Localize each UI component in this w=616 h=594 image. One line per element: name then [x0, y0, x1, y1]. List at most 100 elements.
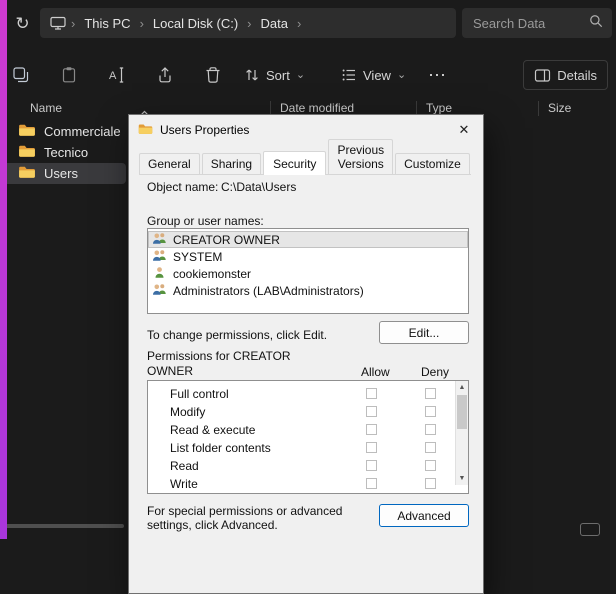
tab-sharing[interactable]: Sharing	[202, 153, 261, 174]
breadcrumb-local-disk[interactable]: Local Disk (C:)	[147, 14, 244, 33]
deny-checkbox[interactable]	[425, 478, 436, 489]
more-button[interactable]: ⋯	[424, 60, 450, 90]
permission-name: Modify	[170, 405, 205, 419]
scroll-down-icon[interactable]: ▼	[456, 472, 468, 485]
folder-icon	[138, 123, 153, 138]
deny-checkbox[interactable]	[425, 406, 436, 417]
dialog-tabs: General Sharing Security Previous Versio…	[139, 152, 471, 175]
permission-row: Read	[148, 457, 468, 475]
details-label: Details	[557, 68, 597, 83]
sort-button[interactable]: Sort ⌄	[240, 60, 309, 90]
principal-name: Administrators (LAB\Administrators)	[173, 284, 364, 298]
permission-row: Full control	[148, 385, 468, 403]
delete-button[interactable]	[200, 60, 226, 90]
permissions-for-label: Permissions for CREATOR OWNER	[147, 349, 322, 379]
search-input[interactable]	[471, 15, 589, 32]
rename-button[interactable]: A	[104, 60, 130, 90]
share-button[interactable]	[152, 60, 178, 90]
column-header-date-modified[interactable]: Date modified	[280, 101, 354, 115]
breadcrumb-chevron[interactable]: ›	[68, 16, 78, 31]
permission-row: List folder contents	[148, 439, 468, 457]
folder-icon	[18, 144, 36, 161]
statusbar-icon[interactable]	[580, 523, 600, 536]
copy-button[interactable]	[8, 60, 34, 90]
folder-icon	[18, 123, 36, 140]
breadcrumb-chevron[interactable]: ›	[244, 16, 254, 31]
address-bar: › This PC › Local Disk (C:) › Data ›	[40, 8, 456, 38]
deny-checkbox[interactable]	[425, 388, 436, 399]
user-icon	[152, 266, 167, 281]
column-header-type[interactable]: Type	[426, 101, 452, 115]
group-icon	[152, 283, 167, 298]
permission-row: Modify	[148, 403, 468, 421]
allow-checkbox[interactable]	[366, 424, 377, 435]
group-icon	[152, 249, 167, 264]
chevron-down-icon: ⌄	[397, 70, 406, 80]
copy-icon	[12, 66, 30, 84]
principal-item[interactable]: cookiemonster	[148, 265, 468, 282]
permission-name: Read	[170, 459, 199, 473]
share-icon	[156, 66, 174, 84]
allow-checkbox[interactable]	[366, 406, 377, 417]
principal-item[interactable]: CREATOR OWNER	[148, 231, 468, 248]
file-row-commerciale[interactable]: Commerciale	[2, 121, 126, 142]
group-icon	[152, 232, 167, 247]
file-name: Users	[44, 166, 78, 181]
object-name-value: C:\Data\Users	[221, 180, 296, 194]
details-button[interactable]: Details	[523, 60, 608, 90]
scroll-up-icon[interactable]: ▲	[456, 381, 468, 394]
paste-button[interactable]	[56, 60, 82, 90]
view-label: View	[363, 68, 391, 83]
permission-row: Read & execute	[148, 421, 468, 439]
allow-column-header: Allow	[361, 365, 390, 379]
search-icon	[589, 14, 603, 33]
allow-checkbox[interactable]	[366, 460, 377, 471]
principal-item[interactable]: SYSTEM	[148, 248, 468, 265]
breadcrumb-chevron[interactable]: ›	[294, 16, 304, 31]
edit-button[interactable]: Edit...	[379, 321, 469, 344]
column-header-name[interactable]: Name	[30, 101, 62, 115]
dialog-title: Users Properties	[160, 123, 249, 137]
folder-icon	[18, 165, 36, 182]
rename-icon: A	[108, 66, 126, 84]
deny-checkbox[interactable]	[425, 442, 436, 453]
allow-checkbox[interactable]	[366, 478, 377, 489]
breadcrumb-this-pc[interactable]: This PC	[78, 14, 136, 33]
principal-name: CREATOR OWNER	[173, 233, 280, 247]
close-icon[interactable]: ✕	[451, 117, 477, 143]
tab-previous-versions[interactable]: Previous Versions	[328, 139, 393, 174]
horizontal-scrollbar[interactable]	[2, 524, 124, 528]
group-or-user-names-label: Group or user names:	[147, 214, 264, 228]
advanced-settings-hint: For special permissions or advanced sett…	[147, 504, 379, 532]
tab-customize[interactable]: Customize	[395, 153, 470, 174]
file-row-users[interactable]: Users	[2, 163, 126, 184]
allow-checkbox[interactable]	[366, 388, 377, 399]
allow-checkbox[interactable]	[366, 442, 377, 453]
permission-row: Write	[148, 475, 468, 493]
deny-checkbox[interactable]	[425, 424, 436, 435]
chevron-down-icon: ⌄	[296, 70, 305, 80]
file-name: Tecnico	[44, 145, 88, 160]
principal-item[interactable]: Administrators (LAB\Administrators)	[148, 282, 468, 299]
view-button[interactable]: View ⌄	[337, 60, 410, 90]
deny-checkbox[interactable]	[425, 460, 436, 471]
search-box	[462, 8, 612, 38]
advanced-button[interactable]: Advanced	[379, 504, 469, 527]
users-properties-dialog: Users Properties ✕ General Sharing Secur…	[128, 114, 484, 594]
tab-security[interactable]: Security	[263, 151, 326, 175]
breadcrumb-data[interactable]: Data	[255, 14, 294, 33]
principal-name: cookiemonster	[173, 267, 251, 281]
scrollbar-thumb[interactable]	[457, 395, 467, 429]
tab-general[interactable]: General	[139, 153, 200, 174]
file-row-tecnico[interactable]: Tecnico	[2, 142, 126, 163]
breadcrumb-chevron[interactable]: ›	[137, 16, 147, 31]
permissions-scrollbar: ▲ ▼	[455, 381, 468, 485]
column-header-size[interactable]: Size	[548, 101, 571, 115]
paste-icon	[60, 66, 78, 84]
svg-text:A: A	[109, 70, 117, 82]
dialog-title-bar: Users Properties ✕	[129, 115, 483, 145]
details-pane-icon	[534, 68, 551, 83]
trash-icon	[204, 66, 222, 84]
sort-icon	[244, 67, 260, 83]
refresh-button[interactable]: ↻	[9, 10, 36, 37]
